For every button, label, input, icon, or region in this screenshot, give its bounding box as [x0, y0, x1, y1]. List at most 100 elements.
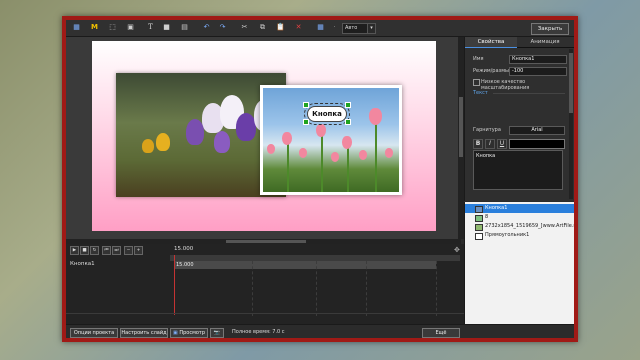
- tulip-shape: [385, 148, 393, 158]
- flower-shape: [236, 113, 256, 141]
- layer-item[interactable]: Кнопка1: [465, 204, 574, 213]
- time-gridline: [316, 261, 318, 316]
- time-display: 15.000: [174, 246, 194, 252]
- undo-icon[interactable]: ↶: [202, 23, 211, 32]
- cut-icon[interactable]: ✂: [240, 23, 249, 32]
- rectangle-icon[interactable]: ■: [162, 23, 171, 32]
- select-icon[interactable]: ⬚: [108, 23, 117, 32]
- timeline-row-label: Кнопка1: [70, 261, 95, 267]
- done-button[interactable]: Ещё: [422, 328, 460, 338]
- close-button[interactable]: Закрыть: [531, 23, 569, 35]
- lowquality-label: Низкое качество масштабирования: [481, 79, 530, 91]
- resize-handle[interactable]: [303, 102, 309, 108]
- copy-icon[interactable]: ⧉: [258, 23, 267, 32]
- image-icon[interactable]: ▤: [180, 23, 189, 32]
- next-icon[interactable]: ⏭: [112, 246, 121, 255]
- slide-editor-window: ▦ M ⬚ ▣ T ■ ▤ ↶ ↷ ✂ ⧉ 📋 ✕ ▦ · Авто ▾ Зак…: [66, 20, 574, 338]
- grid-icon[interactable]: ▦: [316, 23, 325, 32]
- scroll-thumb[interactable]: [459, 97, 463, 157]
- panel-tabs: Свойства Анимация: [465, 37, 574, 48]
- loop-icon[interactable]: ↻: [90, 246, 99, 255]
- preview-button[interactable]: ▣ Просмотр: [170, 328, 208, 338]
- layer-item[interactable]: Прямоугольник1: [465, 231, 574, 240]
- snap-icon[interactable]: ·: [330, 23, 339, 32]
- playback-controls: ▶ ■ ↻ ⏮ ⏭ − +: [70, 246, 144, 255]
- mode-field[interactable]: -100: [509, 67, 567, 76]
- canvas-button-object[interactable]: Кнопка: [304, 103, 350, 125]
- media-icon[interactable]: ▣: [126, 23, 135, 32]
- font-label: Гарнитура: [473, 127, 501, 133]
- flower-shape: [142, 139, 154, 153]
- font-select[interactable]: Arial: [509, 126, 565, 135]
- play-icon[interactable]: ▶: [70, 246, 79, 255]
- text-color-swatch[interactable]: [509, 139, 565, 149]
- text-section-header: Текст: [473, 90, 488, 96]
- move-icon[interactable]: ✥: [454, 246, 460, 254]
- tulip-shape: [359, 150, 367, 160]
- bottom-bar: Опции проекта Настроить слайд ▣ Просмотр…: [66, 324, 574, 338]
- layer-icon: [475, 215, 483, 222]
- toolbar: ▦ M ⬚ ▣ T ■ ▤ ↶ ↷ ✂ ⧉ 📋 ✕ ▦ · Авто ▾ Зак…: [66, 20, 574, 37]
- timeline-track[interactable]: [174, 261, 436, 269]
- stem-shape: [287, 142, 289, 192]
- stem-shape: [321, 134, 323, 192]
- time-gridline: [436, 261, 438, 316]
- stem-shape: [347, 146, 349, 192]
- layer-name: 8: [485, 214, 489, 220]
- name-field[interactable]: Кнопка1: [509, 55, 567, 64]
- italic-button[interactable]: I: [485, 139, 495, 149]
- redo-icon[interactable]: ↷: [218, 23, 227, 32]
- layer-item[interactable]: 8: [465, 213, 574, 222]
- app-logo-icon[interactable]: ▦: [72, 23, 81, 32]
- scroll-thumb[interactable]: [226, 240, 306, 243]
- flower-shape: [186, 119, 204, 145]
- bold-button[interactable]: B: [473, 139, 483, 149]
- time-gridline: [366, 261, 368, 316]
- resize-handle[interactable]: [345, 119, 351, 125]
- editor-canvas: Кнопка: [66, 37, 461, 239]
- chevron-down-icon[interactable]: ▾: [367, 23, 376, 34]
- camera-icon[interactable]: 📷: [210, 328, 224, 338]
- playhead[interactable]: [174, 255, 175, 315]
- zoom-out-icon[interactable]: −: [124, 246, 133, 255]
- underline-button[interactable]: U: [497, 139, 507, 149]
- tulip-shape: [342, 136, 352, 149]
- layer-name: 2732x1854_1519659_[www.ArtFile.ru]: [485, 223, 574, 229]
- panel-scrollbar[interactable]: [569, 49, 573, 199]
- tulip-shape: [331, 152, 339, 162]
- stop-icon[interactable]: ■: [80, 246, 89, 255]
- timeline-divider: [66, 313, 464, 314]
- delete-icon[interactable]: ✕: [294, 23, 303, 32]
- button-text-field[interactable]: Кнопка: [473, 150, 563, 190]
- section-divider: [493, 93, 565, 94]
- paste-icon[interactable]: 📋: [276, 23, 285, 32]
- lowquality-checkbox[interactable]: [473, 79, 480, 86]
- stem-shape: [375, 120, 377, 192]
- project-options-button[interactable]: Опции проекта: [70, 328, 118, 338]
- layer-icon: [475, 233, 483, 240]
- logo-m-icon[interactable]: M: [90, 23, 99, 32]
- time-gridline: [252, 261, 254, 316]
- text-icon[interactable]: T: [146, 23, 155, 32]
- tulip-shape: [316, 124, 326, 137]
- tab-animation[interactable]: Анимация: [519, 37, 571, 47]
- tulip-shape: [267, 144, 275, 154]
- resize-handle[interactable]: [303, 119, 309, 125]
- layer-item[interactable]: 2732x1854_1519659_[www.ArtFile.ru]: [465, 222, 574, 231]
- slide-settings-button[interactable]: Настроить слайд: [120, 328, 168, 338]
- name-label: Имя: [473, 56, 484, 62]
- tulip-shape: [369, 108, 382, 125]
- layer-name: Кнопка1: [485, 205, 508, 211]
- slide-preview[interactable]: Кнопка: [92, 41, 436, 231]
- tulip-photo[interactable]: Кнопка: [260, 85, 402, 195]
- layer-icon: [475, 206, 483, 213]
- resize-handle[interactable]: [345, 102, 351, 108]
- tab-properties[interactable]: Свойства: [465, 37, 517, 48]
- layers-list: Кнопка1 8 2732x1854_1519659_[www.ArtFile…: [464, 202, 574, 324]
- track-value: 15.000: [176, 262, 194, 268]
- properties-panel: Свойства Анимация Имя Кнопка1 Режим/разм…: [464, 37, 574, 201]
- zoom-in-icon[interactable]: +: [134, 246, 143, 255]
- tulip-shape: [282, 132, 292, 145]
- scroll-thumb[interactable]: [569, 53, 573, 113]
- prev-icon[interactable]: ⏮: [102, 246, 111, 255]
